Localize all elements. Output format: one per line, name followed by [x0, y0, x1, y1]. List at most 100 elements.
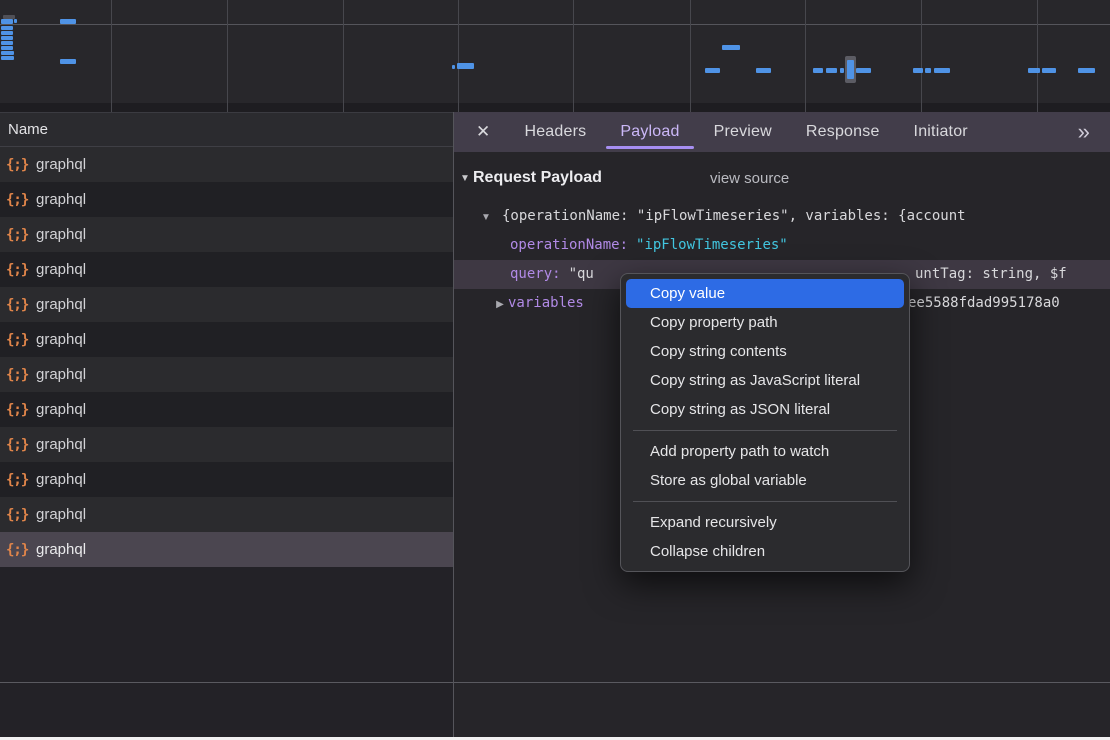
- request-name-label: graphql: [36, 191, 86, 208]
- network-request-bar: [813, 68, 823, 73]
- network-request-bar: [705, 68, 720, 73]
- json-braces-icon: {;}: [6, 367, 36, 383]
- timeline-gridline: [343, 0, 344, 112]
- request-name-label: graphql: [36, 366, 86, 383]
- menu-item-copy-value[interactable]: Copy value: [626, 279, 904, 308]
- network-request-bar: [840, 68, 844, 73]
- menu-item-copy-string-contents[interactable]: Copy string contents: [626, 337, 904, 366]
- network-request-bar: [452, 65, 455, 69]
- json-braces-icon: {;}: [6, 332, 36, 348]
- network-request-bar: [1, 56, 14, 60]
- property-key: variables: [508, 295, 584, 311]
- request-row-graphql[interactable]: {;}graphql: [0, 497, 453, 532]
- request-payload-section-header[interactable]: ▼ Request Payload view source: [454, 164, 1110, 192]
- network-request-bar: [14, 19, 17, 23]
- request-name-label: graphql: [36, 331, 86, 348]
- network-request-bar: [934, 68, 950, 73]
- json-braces-icon: {;}: [6, 262, 36, 278]
- menu-item-store-as-global-variable[interactable]: Store as global variable: [626, 466, 904, 495]
- tab-response[interactable]: Response: [806, 123, 880, 141]
- timeline-gridline: [690, 0, 691, 112]
- payload-operationname-row[interactable]: operationName: "ipFlowTimeseries": [454, 231, 1110, 260]
- details-tabs: Headers Payload Preview Response Initiator: [524, 123, 967, 141]
- menu-separator: [633, 430, 897, 431]
- request-row-graphql[interactable]: {;}graphql: [0, 217, 453, 252]
- request-name-label: graphql: [36, 261, 86, 278]
- timeline-gridline: [921, 0, 922, 112]
- timeline-gridline: [111, 0, 112, 112]
- network-request-bar: [1, 19, 13, 24]
- network-request-bar: [847, 60, 854, 79]
- timeline-gridline: [1037, 0, 1038, 112]
- section-title: Request Payload: [473, 169, 602, 187]
- network-request-bar: [826, 68, 837, 73]
- network-request-bar: [1, 46, 13, 50]
- request-row-graphql[interactable]: {;}graphql: [0, 532, 453, 567]
- request-name-label: graphql: [36, 471, 86, 488]
- network-request-bar: [722, 45, 740, 50]
- view-source-link[interactable]: view source: [710, 170, 789, 187]
- property-value-right-fragment: untTag: string, $f: [915, 260, 1067, 289]
- network-request-bar: [1, 51, 14, 55]
- network-request-bar: [856, 68, 871, 73]
- property-key: operationName:: [510, 237, 628, 253]
- timeline-gridline: [227, 0, 228, 112]
- menu-item-expand-recursively[interactable]: Expand recursively: [626, 508, 904, 537]
- json-braces-icon: {;}: [6, 472, 36, 488]
- network-request-bar: [1, 26, 13, 30]
- request-row-graphql[interactable]: {;}graphql: [0, 357, 453, 392]
- expanded-triangle-icon[interactable]: ▼: [478, 203, 494, 231]
- json-braces-icon: {;}: [6, 297, 36, 313]
- request-row-graphql[interactable]: {;}graphql: [0, 392, 453, 427]
- request-row-graphql[interactable]: {;}graphql: [0, 427, 453, 462]
- request-row-graphql[interactable]: {;}graphql: [0, 147, 453, 182]
- close-icon[interactable]: ✕: [476, 122, 490, 142]
- object-preview-text: {operationName: "ipFlowTimeseries", vari…: [502, 208, 966, 224]
- payload-root-row[interactable]: ▼ {operationName: "ipFlowTimeseries", var…: [454, 202, 1110, 231]
- request-row-graphql[interactable]: {;}graphql: [0, 287, 453, 322]
- request-name-label: graphql: [36, 226, 86, 243]
- timeline-bottom-strip: [0, 103, 1110, 112]
- collapsed-triangle-icon[interactable]: ▶: [492, 290, 508, 318]
- tab-preview[interactable]: Preview: [714, 123, 772, 141]
- request-name-label: graphql: [36, 156, 86, 173]
- network-request-bar: [457, 63, 474, 69]
- tab-headers[interactable]: Headers: [524, 123, 586, 141]
- network-request-bar: [756, 68, 771, 73]
- request-name-label: graphql: [36, 436, 86, 453]
- menu-item-copy-property-path[interactable]: Copy property path: [626, 308, 904, 337]
- network-request-bar: [925, 68, 931, 73]
- json-braces-icon: {;}: [6, 542, 36, 558]
- json-braces-icon: {;}: [6, 192, 36, 208]
- request-list-panel: Name {;}graphql{;}graphql{;}graphql{;}gr…: [0, 112, 453, 737]
- network-request-bar: [913, 68, 923, 73]
- overflow-chevron-icon[interactable]: »: [1078, 121, 1090, 143]
- network-request-bar: [1078, 68, 1095, 73]
- panel-split-divider[interactable]: [453, 112, 454, 737]
- menu-item-add-property-path-to-watch[interactable]: Add property path to watch: [626, 437, 904, 466]
- request-row-graphql[interactable]: {;}graphql: [0, 252, 453, 287]
- context-menu: Copy valueCopy property pathCopy string …: [620, 273, 910, 572]
- network-overview-timeline[interactable]: [0, 0, 1110, 112]
- request-row-graphql[interactable]: {;}graphql: [0, 462, 453, 497]
- network-request-bar: [1, 41, 13, 45]
- request-row-graphql[interactable]: {;}graphql: [0, 182, 453, 217]
- menu-item-collapse-children[interactable]: Collapse children: [626, 537, 904, 566]
- menu-item-copy-string-as-javascript-literal[interactable]: Copy string as JavaScript literal: [626, 366, 904, 395]
- devtools-network-window: Name {;}graphql{;}graphql{;}graphql{;}gr…: [0, 0, 1110, 740]
- tab-initiator[interactable]: Initiator: [914, 123, 968, 141]
- json-braces-icon: {;}: [6, 227, 36, 243]
- request-row-graphql[interactable]: {;}graphql: [0, 322, 453, 357]
- name-column-header[interactable]: Name: [0, 112, 453, 147]
- section-collapse-icon[interactable]: ▼: [460, 173, 473, 184]
- bottom-divider: [0, 682, 1110, 683]
- timeline-gridline: [805, 0, 806, 112]
- timeline-gridline: [458, 0, 459, 112]
- network-request-bar: [60, 59, 76, 64]
- tab-payload[interactable]: Payload: [620, 123, 679, 141]
- timeline-gridline: [573, 0, 574, 112]
- property-string-value: "ipFlowTimeseries": [636, 237, 788, 253]
- json-braces-icon: {;}: [6, 157, 36, 173]
- timeline-horizontal-rule: [0, 24, 1110, 25]
- menu-item-copy-string-as-json-literal[interactable]: Copy string as JSON literal: [626, 395, 904, 424]
